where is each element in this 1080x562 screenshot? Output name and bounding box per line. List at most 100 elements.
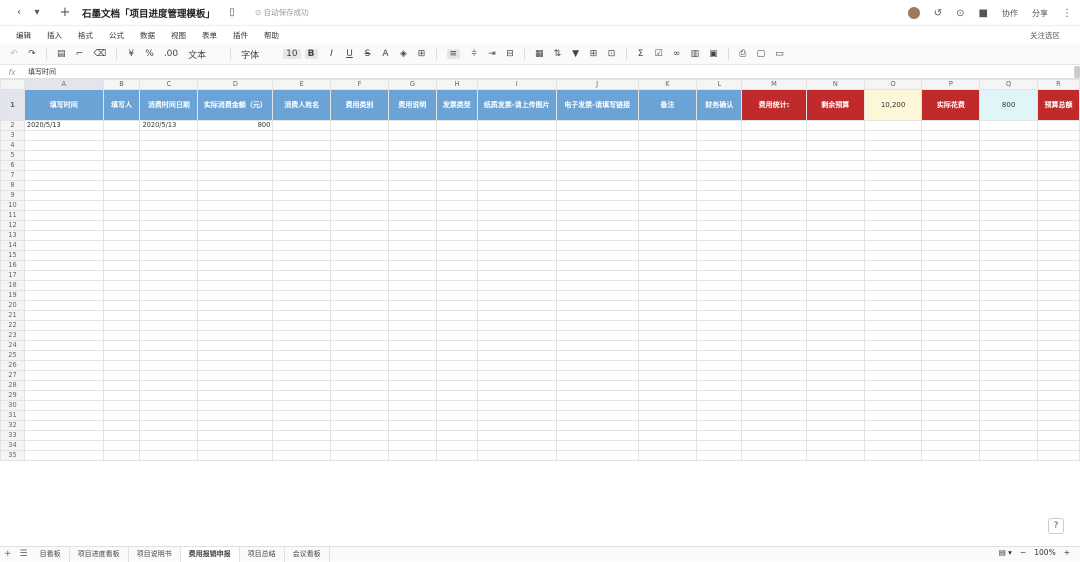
cell[interactable]: [476, 260, 557, 271]
cell[interactable]: [387, 190, 437, 201]
cell[interactable]: [476, 220, 557, 231]
back-icon[interactable]: ‹: [10, 4, 28, 22]
cell[interactable]: [435, 280, 478, 291]
cell[interactable]: [476, 290, 557, 301]
cell[interactable]: [476, 320, 557, 331]
cell[interactable]: [139, 420, 199, 431]
cell[interactable]: [139, 240, 199, 251]
cell[interactable]: [387, 230, 437, 241]
cell[interactable]: [979, 290, 1038, 301]
stat-label-cell[interactable]: 剩余预算: [805, 89, 865, 121]
cell[interactable]: [637, 450, 698, 461]
cell[interactable]: [102, 400, 141, 411]
cell[interactable]: [387, 250, 437, 261]
cell[interactable]: [23, 190, 104, 201]
column-header[interactable]: L: [696, 79, 743, 90]
cell[interactable]: [387, 120, 437, 131]
cell[interactable]: [637, 320, 698, 331]
cell[interactable]: [637, 430, 698, 441]
menu-view[interactable]: 视图: [171, 30, 186, 41]
text-format-select[interactable]: 文本: [188, 48, 206, 61]
cell[interactable]: [805, 250, 865, 261]
cell[interactable]: [741, 390, 807, 401]
cell[interactable]: [555, 180, 639, 191]
cell[interactable]: [555, 370, 639, 381]
cell[interactable]: [139, 130, 199, 141]
cell[interactable]: [637, 190, 698, 201]
cell[interactable]: [23, 340, 104, 351]
cell[interactable]: [805, 290, 865, 301]
align-icon[interactable]: ≡: [446, 49, 461, 59]
cell[interactable]: [23, 350, 104, 361]
bold-icon[interactable]: B: [304, 49, 318, 59]
cell[interactable]: [23, 160, 104, 171]
cell[interactable]: [435, 360, 478, 371]
cell[interactable]: [23, 170, 104, 181]
cell[interactable]: [387, 130, 437, 141]
cell[interactable]: [741, 380, 807, 391]
cell[interactable]: [741, 240, 807, 251]
cell[interactable]: [555, 410, 639, 421]
cell[interactable]: [102, 370, 141, 381]
cell[interactable]: [921, 430, 981, 441]
cell[interactable]: [696, 430, 743, 441]
cell[interactable]: [102, 280, 141, 291]
cell[interactable]: [863, 260, 923, 271]
cell[interactable]: [387, 200, 437, 211]
row-header[interactable]: 17: [0, 270, 25, 281]
cell[interactable]: [139, 330, 199, 341]
cell[interactable]: [330, 140, 389, 151]
column-header[interactable]: H: [435, 79, 478, 90]
header-cell[interactable]: 实际消费金额（元）: [197, 89, 274, 121]
help-icon[interactable]: ?: [1048, 518, 1064, 534]
italic-icon[interactable]: I: [328, 49, 336, 59]
cell[interactable]: [696, 300, 743, 311]
cell[interactable]: [696, 170, 743, 181]
cell[interactable]: [921, 340, 981, 351]
cell[interactable]: [435, 240, 478, 251]
cell[interactable]: [330, 230, 389, 241]
add-sheet-icon[interactable]: +: [0, 549, 16, 559]
condition-icon[interactable]: ⊡: [608, 49, 616, 59]
cell[interactable]: [139, 450, 199, 461]
cell[interactable]: [979, 130, 1038, 141]
history-dropdown-icon[interactable]: ▾: [28, 4, 46, 22]
cell[interactable]: 800: [197, 120, 274, 131]
cell[interactable]: [272, 390, 332, 401]
cell[interactable]: [555, 340, 639, 351]
cell[interactable]: [921, 260, 981, 271]
cell[interactable]: [476, 140, 557, 151]
cell[interactable]: [435, 250, 478, 261]
cell[interactable]: [555, 200, 639, 211]
cell[interactable]: [741, 440, 807, 451]
comment-icon[interactable]: ▭: [775, 49, 784, 59]
cell[interactable]: [272, 230, 332, 241]
cell[interactable]: [863, 200, 923, 211]
cell[interactable]: [102, 240, 141, 251]
cell[interactable]: [696, 320, 743, 331]
cell[interactable]: [139, 190, 199, 201]
video-icon[interactable]: ■: [979, 8, 988, 19]
font-size-select[interactable]: 10: [283, 49, 301, 59]
cell[interactable]: [102, 430, 141, 441]
cell[interactable]: [1036, 340, 1080, 351]
cell[interactable]: [863, 450, 923, 461]
cell[interactable]: [139, 310, 199, 321]
cell[interactable]: [696, 260, 743, 271]
cell[interactable]: [476, 410, 557, 421]
cell[interactable]: [741, 360, 807, 371]
cell[interactable]: [979, 170, 1038, 181]
strikethrough-icon[interactable]: S: [364, 49, 372, 59]
cell[interactable]: [637, 130, 698, 141]
cell[interactable]: [555, 190, 639, 201]
cell[interactable]: [476, 150, 557, 161]
cell[interactable]: [435, 260, 478, 271]
cell[interactable]: [741, 140, 807, 151]
stat-label-cell[interactable]: 费用统计:: [741, 89, 807, 121]
cell[interactable]: [979, 450, 1038, 461]
row-header[interactable]: 27: [0, 370, 25, 381]
cell[interactable]: [1036, 210, 1080, 221]
cell[interactable]: [387, 400, 437, 411]
cell[interactable]: [272, 210, 332, 221]
cell[interactable]: [863, 120, 923, 131]
